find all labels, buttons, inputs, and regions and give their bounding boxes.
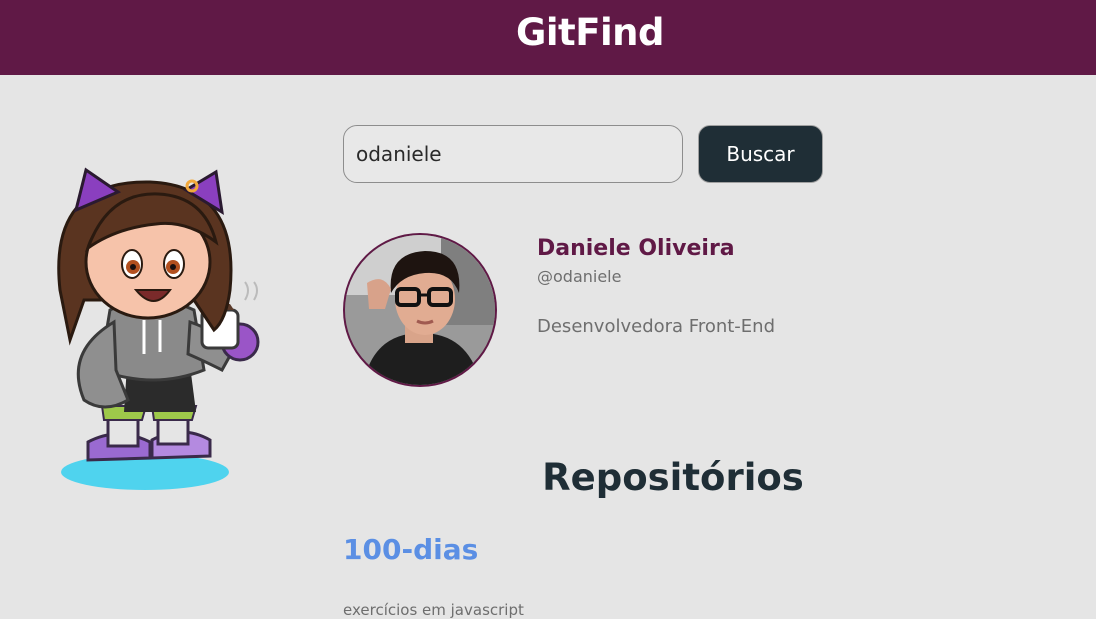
profile-name: Daniele Oliveira — [537, 236, 735, 261]
repo-description: exercícios em javascript — [343, 601, 524, 619]
profile-login: @odaniele — [537, 267, 622, 286]
repositories-title: Repositórios — [542, 456, 804, 499]
search-input[interactable] — [343, 125, 683, 183]
app-header: GitFind — [0, 0, 1096, 75]
repo-link[interactable]: 100-dias — [343, 533, 478, 566]
app-title: GitFind — [515, 11, 665, 54]
profile-bio: Desenvolvedora Front-End — [537, 316, 776, 337]
avatar-photo — [345, 235, 495, 385]
search-button[interactable]: Buscar — [698, 125, 823, 183]
avatar — [343, 233, 497, 387]
mascot-illustration — [57, 167, 260, 490]
